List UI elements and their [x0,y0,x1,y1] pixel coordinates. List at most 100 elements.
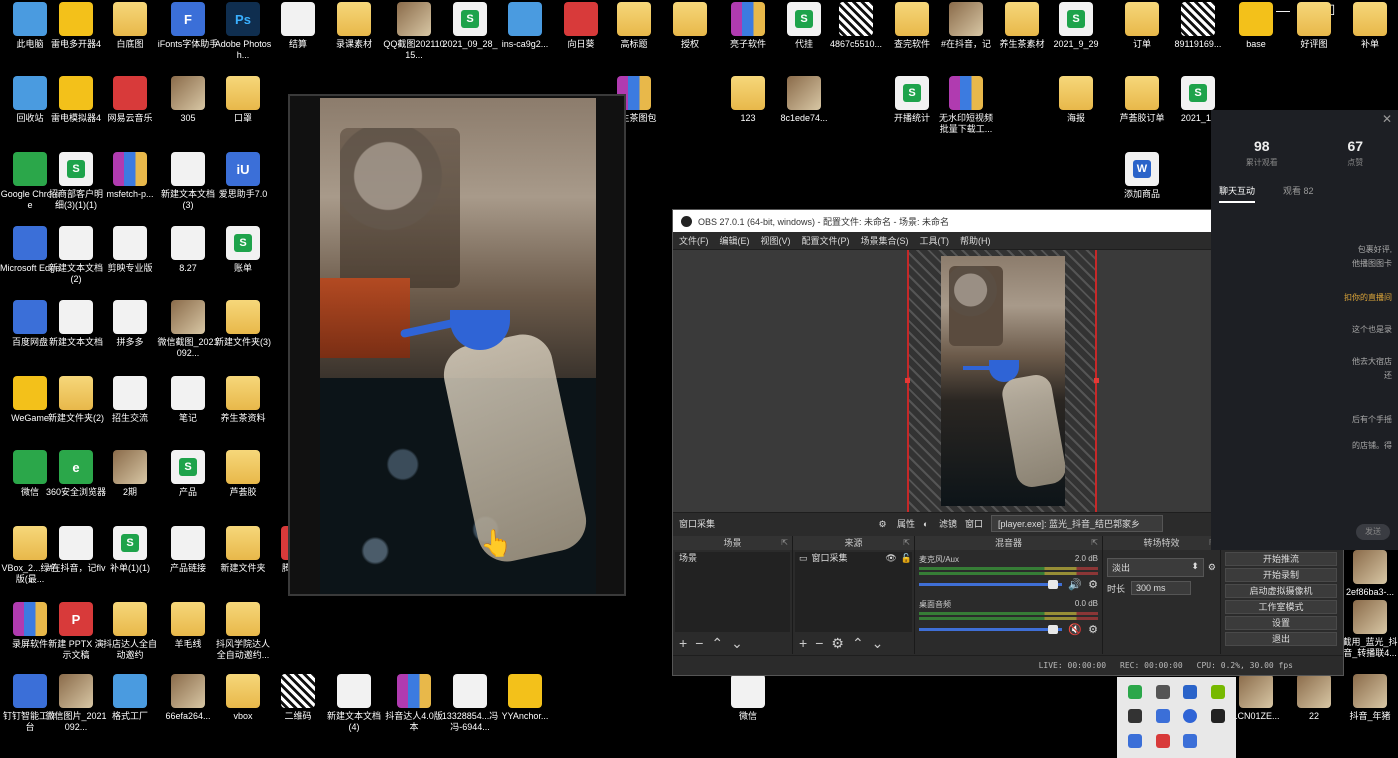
desktop-icon[interactable]: #在抖音，记 [938,2,994,50]
virtual-camera-button[interactable]: 启动虚拟摄像机 [1225,584,1337,598]
resize-handle-left[interactable] [905,378,910,383]
desktop-icon[interactable]: 新建文件夹(2) [48,376,104,424]
desktop-icon[interactable]: 订单 [1114,2,1170,50]
desktop-icon[interactable]: 新建文本文档 [48,300,104,348]
menu-help[interactable]: 帮助(H) [960,234,991,247]
tab-viewers[interactable]: 观看 82 [1283,184,1314,203]
desktop-icon[interactable]: 89119169... [1170,2,1226,50]
desktop-icon[interactable]: 微信截图_2021092... [157,300,219,359]
tray-red-icon[interactable] [1155,733,1170,748]
desktop-icon[interactable]: 2ef86ba3-... [1342,550,1398,598]
pin-icon[interactable]: ⇱ [903,536,910,550]
tray-cursor-icon[interactable] [1183,733,1198,748]
desktop-icon[interactable]: 查完软件 [884,2,940,50]
desktop-icon[interactable]: 22 [1286,674,1342,722]
settings-button[interactable]: 设置 [1225,616,1337,630]
desktop-icon[interactable]: 8.27 [160,226,216,274]
move-down-icon[interactable]: ⌄ [731,635,743,652]
desktop-icon[interactable]: #在抖音，记flv [46,526,106,574]
desktop-icon[interactable]: 亮子软件 [720,2,776,50]
desktop-icon[interactable]: 新建文件夹 [215,526,271,574]
preview-video-source[interactable] [941,256,1065,506]
desktop-icon[interactable]: 授权 [662,2,718,50]
tray-dark-icon[interactable] [1211,709,1226,724]
move-up-icon[interactable]: ⌃ [852,635,864,652]
desktop-icon[interactable]: 海报 [1048,76,1104,124]
move-down-icon[interactable]: ⌄ [872,635,884,652]
transition-select[interactable]: 淡出 ⬍ [1107,558,1204,577]
source-item[interactable]: ▭ 窗口采集 👁 🔓 [795,552,912,565]
lock-icon[interactable]: 🔓 [901,552,912,565]
menu-tools[interactable]: 工具(T) [920,234,950,247]
desktop-icon[interactable]: FiFonts字体助手 [158,2,218,50]
desktop-icon[interactable]: 补单(1)(1) [102,526,158,574]
start-recording-button[interactable]: 开始录制 [1225,568,1337,582]
desktop-icon[interactable]: 66efa264... [160,674,216,722]
tray-cloud-icon[interactable] [1155,709,1170,724]
desktop-icon[interactable]: 网易云音乐 [102,76,158,124]
video-player-window[interactable]: 👆 [288,94,626,596]
desktop-icon[interactable]: 新建文本文档(2) [48,226,104,285]
desktop-icon[interactable]: 二维码 [270,674,326,722]
window-select[interactable]: [player.exe]: 蓝光_抖音_结巴郭家乡 [991,515,1163,532]
resize-handle-right[interactable] [1094,378,1099,383]
tab-chat[interactable]: 聊天互动 [1219,184,1256,203]
desktop-icon[interactable]: 抖音_年猪 [1342,674,1398,722]
desktop-icon[interactable]: 雷电模拟器4 [48,76,104,124]
remove-icon[interactable]: − [695,635,703,652]
desktop-icon[interactable]: 4867c5510... [828,2,884,50]
add-icon[interactable]: + [799,635,807,652]
speaker-icon[interactable]: 🔊 [1068,578,1082,591]
desktop-icon[interactable]: 芦荟胶 [215,450,271,498]
desktop-icon[interactable]: 格式工厂 [102,674,158,722]
desktop-icon[interactable]: 拼多多 [102,300,158,348]
desktop-icon[interactable]: 白底图 [102,2,158,50]
desktop-icon[interactable]: 新建文本文档(3) [160,152,216,211]
desktop-icon[interactable]: P 新建 PPTX 演示文稿 [48,602,104,661]
speaker-muted-icon[interactable]: 🔇 [1068,623,1082,636]
menu-view[interactable]: 视图(V) [761,234,791,247]
tray-shield-icon[interactable] [1127,709,1142,724]
tray-baidu-icon[interactable] [1127,733,1142,748]
desktop-icon[interactable]: Ps Adobe Photosh... [215,2,271,61]
exit-button[interactable]: 退出 [1225,632,1337,646]
desktop-icon[interactable]: 芦荟胶订单 [1114,76,1170,124]
desktop-icon[interactable]: msfetch-p... [102,152,158,200]
desktop-icon[interactable]: 微信 [720,674,776,722]
desktop-icon[interactable]: 截用_蓝光_抖音_转播联4... [1342,600,1398,659]
gear-icon[interactable]: ⚙ [831,635,844,652]
desktop-icon[interactable]: 抖店达人全自动邀约 [102,602,158,661]
desktop-icon[interactable]: 123 [720,76,776,124]
desktop-icon[interactable]: 13328854...冯冯-6944... [442,674,498,733]
scene-item[interactable]: 场景 [675,552,790,565]
desktop-icon[interactable]: 新建文件夹(3) [215,300,271,348]
desktop-icon[interactable]: 补单 [1342,2,1398,50]
desktop-icon[interactable]: 向日葵 [553,2,609,50]
desktop-icon[interactable]: iU 爱思助手7.0 [215,152,271,200]
eye-icon[interactable]: 👁 [885,552,896,565]
desktop-icon[interactable]: 产品 [160,450,216,498]
add-icon[interactable]: + [679,635,687,652]
desktop-icon[interactable]: vbox [215,674,271,722]
desktop-icon[interactable]: 1CN01ZE... [1228,674,1284,722]
desktop-icon[interactable]: 口罩 [215,76,271,124]
desktop-icon[interactable]: ins-ca9g2... [497,2,553,50]
desktop-volume-slider[interactable] [919,625,1063,634]
desktop-icon[interactable]: 2期 [102,450,158,498]
desktop-icon[interactable]: 结算 [270,2,326,50]
pin-icon[interactable]: ⇱ [1091,536,1098,550]
send-button[interactable]: 发送 [1356,524,1390,540]
desktop-icon[interactable]: 微信图片_2021092... [45,674,107,733]
pin-icon[interactable]: ⇱ [781,536,788,550]
desktop-icon[interactable]: 2021_09_28_ [442,2,498,50]
desktop-icon[interactable]: 养生茶素材 [994,2,1050,50]
desktop-icon[interactable]: 抖风学院达人全自动邀约... [215,602,271,661]
desktop-icon[interactable]: 好评图 [1286,2,1342,50]
desktop-icon[interactable]: 雷电多开器4 [48,2,104,50]
menu-edit[interactable]: 编辑(E) [720,234,750,247]
gear-icon[interactable]: ⚙ [1088,578,1098,591]
desktop-icon[interactable]: 养生茶资料 [215,376,271,424]
desktop-icon[interactable]: 笔记 [160,376,216,424]
filters-button[interactable]: ◐ 滤镜 [923,517,957,530]
mic-volume-slider[interactable] [919,580,1063,589]
